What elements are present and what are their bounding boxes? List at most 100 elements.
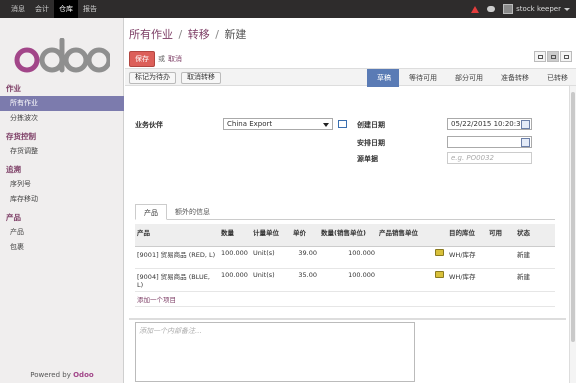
sidebar-section-products: 产品 xyxy=(6,213,21,222)
stage-label: 等待可用 xyxy=(409,74,437,82)
calendar-icon[interactable] xyxy=(521,120,530,129)
breadcrumb-transfers[interactable]: 转移 xyxy=(188,28,210,41)
user-menu[interactable]: stock keeper xyxy=(503,4,570,14)
sidebar-item-picking-waves[interactable]: 分拣波次 xyxy=(0,111,124,126)
top-menu-warehouse[interactable]: 仓库 xyxy=(54,0,78,18)
cell-quantity: 100.000 xyxy=(219,246,251,269)
top-menu-messaging[interactable]: 消息 xyxy=(6,0,30,18)
col-uom[interactable]: 计量单位 xyxy=(251,224,291,247)
col-available[interactable]: 可用 xyxy=(487,224,515,247)
top-menu: 消息 会计 仓库 报告 xyxy=(6,0,102,18)
col-icon xyxy=(433,224,447,247)
scrollbar[interactable] xyxy=(569,86,576,383)
list-view-icon[interactable] xyxy=(534,51,546,62)
col-state[interactable]: 状态 xyxy=(515,224,555,247)
breadcrumb: 所有作业 / 转移 / 新建 xyxy=(129,26,246,42)
sidebar-section-inventory-control: 存货控制 xyxy=(6,132,36,141)
move-lines-table: 产品 数量 计量单位 单价 数量(销售单位) 产品销售单位 目的库位 可用 状态… xyxy=(135,224,555,307)
table-header-row: 产品 数量 计量单位 单价 数量(销售单位) 产品销售单位 目的库位 可用 状态 xyxy=(135,224,555,247)
top-bar: 消息 会计 仓库 报告 stock keeper xyxy=(0,0,576,18)
source-document-input[interactable]: e.g. PO0032 xyxy=(447,152,532,164)
avatar xyxy=(503,4,514,14)
sidebar-item-serial-numbers[interactable]: 序列号 xyxy=(0,177,124,192)
powered-by-brand[interactable]: Odoo xyxy=(73,371,94,379)
external-link-icon[interactable] xyxy=(338,120,347,128)
add-line-cell: 添加一个项目 xyxy=(135,291,555,307)
stage-pipeline: 草稿 等待可用 部分可用 准备转移 已转移 xyxy=(367,69,576,87)
cell-sale-uom xyxy=(377,246,433,269)
breadcrumb-current: 新建 xyxy=(224,28,247,41)
internal-note-input[interactable]: 添加一个内部备注... xyxy=(135,322,415,382)
sidebar-item-packages[interactable]: 包裹 xyxy=(0,240,124,255)
tab-additional-info[interactable]: 额外的信息 xyxy=(167,204,218,220)
partner-value: China Export xyxy=(227,120,273,128)
stage-ready[interactable]: 准备转移 xyxy=(491,69,537,87)
cell-sale-uom xyxy=(377,268,433,292)
top-right: stock keeper xyxy=(471,0,570,18)
sidebar-item-stock-moves[interactable]: 库存移动 xyxy=(0,192,124,207)
odoo-logo[interactable] xyxy=(14,38,110,78)
user-name: stock keeper xyxy=(516,5,561,13)
tab-products[interactable]: 产品 xyxy=(135,204,167,220)
cell-unit-price: 39.00 xyxy=(291,246,319,269)
col-destination[interactable]: 目的库位 xyxy=(447,224,487,247)
col-quantity[interactable]: 数量 xyxy=(219,224,251,247)
sidebar-nav: 作业 所有作业 分拣波次 存货控制 存货调整 追溯 序列号 库存移动 产品 产品… xyxy=(0,78,124,255)
discard-link[interactable]: 取消 xyxy=(168,54,182,64)
calendar-view-icon[interactable] xyxy=(560,51,572,62)
chat-icon[interactable] xyxy=(487,6,496,12)
availability-icon[interactable] xyxy=(435,270,444,278)
stage-partially-available[interactable]: 部分可用 xyxy=(445,69,491,87)
mark-as-todo-button[interactable]: 标记为待办 xyxy=(129,72,176,84)
col-sale-quantity[interactable]: 数量(销售单位) xyxy=(319,224,377,247)
warning-icon[interactable] xyxy=(471,5,480,13)
stage-label: 草稿 xyxy=(377,74,391,82)
stage-done[interactable]: 已转移 xyxy=(537,69,576,87)
save-button[interactable]: 保存 xyxy=(129,51,155,67)
partner-select[interactable]: China Export xyxy=(223,118,333,130)
add-line-row: 添加一个项目 xyxy=(135,291,555,307)
cell-state: 新建 xyxy=(515,268,555,292)
col-sale-uom[interactable]: 产品销售单位 xyxy=(377,224,433,247)
stage-draft[interactable]: 草稿 xyxy=(367,69,399,87)
table-row[interactable]: [9001] 贸易商品 (RED, L) 100.000 Unit(s) 39.… xyxy=(135,246,555,269)
powered-by: Powered by Odoo xyxy=(0,371,124,379)
stage-label: 部分可用 xyxy=(455,74,483,82)
availability-icon[interactable] xyxy=(435,248,444,256)
creation-date-field[interactable]: 05/22/2015 10:20:33 xyxy=(447,118,532,130)
cancel-transfer-button[interactable]: 取消转移 xyxy=(181,72,221,84)
sidebar-item-all-operations[interactable]: 所有作业 xyxy=(0,96,124,111)
powered-by-label: Powered by xyxy=(30,371,71,379)
cell-sale-quantity: 100.000 xyxy=(319,246,377,269)
top-menu-reporting[interactable]: 报告 xyxy=(78,0,102,18)
main-content: 所有作业 / 转移 / 新建 保存 或 取消 标记为待办 取消转移 草稿 等待可… xyxy=(125,18,576,383)
scheduled-date-field[interactable] xyxy=(447,136,532,148)
cell-sale-quantity: 100.000 xyxy=(319,268,377,292)
cell-destination: WH/库存 xyxy=(447,268,487,292)
table-row[interactable]: [9004] 贸易商品 (BLUE, L) 100.000 Unit(s) 35… xyxy=(135,268,555,292)
cell-quantity: 100.000 xyxy=(219,268,251,292)
scheduled-date-label: 安排日期 xyxy=(357,139,385,147)
sidebar-section-operations: 作业 xyxy=(6,84,21,93)
sidebar-item-products[interactable]: 产品 xyxy=(0,225,124,240)
sidebar-item-inventory-adjustments[interactable]: 存货调整 xyxy=(0,144,124,159)
chevron-down-icon xyxy=(564,7,570,11)
cell-available xyxy=(487,268,515,292)
cell-product: [9004] 贸易商品 (BLUE, L) xyxy=(135,268,219,292)
calendar-icon[interactable] xyxy=(521,138,530,147)
breadcrumb-all-operations[interactable]: 所有作业 xyxy=(129,28,173,41)
col-unit-price[interactable]: 单价 xyxy=(291,224,319,247)
creation-date-label: 创建日期 xyxy=(357,121,385,129)
cell-available xyxy=(487,246,515,269)
cell-uom: Unit(s) xyxy=(251,268,291,292)
cell-icon xyxy=(433,268,447,292)
add-item-link[interactable]: 添加一个项目 xyxy=(137,296,176,304)
col-product[interactable]: 产品 xyxy=(135,224,219,247)
scrollbar-thumb[interactable] xyxy=(571,92,575,342)
stage-label: 准备转移 xyxy=(501,74,529,82)
sidebar: 作业 所有作业 分拣波次 存货控制 存货调整 追溯 序列号 库存移动 产品 产品… xyxy=(0,18,124,383)
form-view-icon[interactable] xyxy=(547,51,559,62)
top-menu-accounting[interactable]: 会计 xyxy=(30,0,54,18)
stage-waiting[interactable]: 等待可用 xyxy=(399,69,445,87)
form-actions: 保存 或 取消 xyxy=(129,51,182,67)
